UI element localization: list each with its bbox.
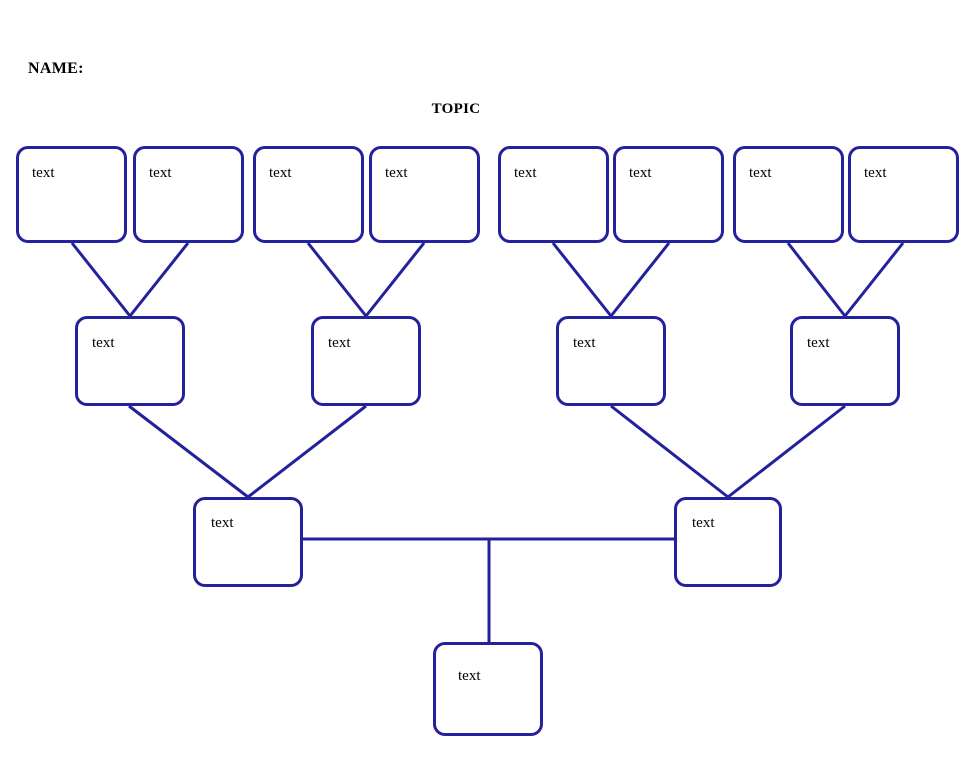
connector-top8-mid4 — [843, 242, 905, 317]
tree-node-middle-2[interactable]: text — [311, 316, 421, 406]
tree-node-label: text — [573, 335, 596, 351]
tree-node-label: text — [32, 165, 55, 181]
tree-node-middle-4[interactable]: text — [790, 316, 900, 406]
connector-top1-mid1 — [70, 242, 132, 317]
tree-node-label: text — [807, 335, 830, 351]
tree-node-label: text — [864, 165, 887, 181]
tree-node-label: text — [514, 165, 537, 181]
tree-node-label: text — [92, 335, 115, 351]
tree-node-top-7[interactable]: text — [733, 146, 844, 243]
tree-node-top-6[interactable]: text — [613, 146, 724, 243]
tree-node-top-2[interactable]: text — [133, 146, 244, 243]
family-tree-worksheet: NAME: TOPIC text text text text text tex… — [0, 0, 979, 774]
connector-mid3-parent-right — [610, 404, 729, 499]
tree-node-top-3[interactable]: text — [253, 146, 364, 243]
tree-node-top-5[interactable]: text — [498, 146, 609, 243]
tree-node-child[interactable]: text — [433, 642, 543, 736]
tree-node-label: text — [458, 668, 481, 684]
connector-top4-mid2 — [364, 242, 426, 317]
tree-node-label: text — [211, 515, 234, 531]
connector-mid2-parent-left — [247, 404, 367, 499]
tree-node-label: text — [269, 165, 292, 181]
connector-mid4-parent-right — [727, 404, 846, 499]
connector-top7-mid4 — [786, 242, 847, 317]
connector-top2-mid1 — [128, 242, 190, 317]
tree-node-label: text — [149, 165, 172, 181]
tree-node-top-4[interactable]: text — [369, 146, 480, 243]
tree-node-label: text — [692, 515, 715, 531]
tree-node-label: text — [385, 165, 408, 181]
connector-top5-mid3 — [551, 242, 613, 317]
tree-node-parent-left[interactable]: text — [193, 497, 303, 587]
page-title: TOPIC — [431, 101, 481, 117]
name-field-label: NAME: — [28, 60, 84, 77]
tree-node-middle-3[interactable]: text — [556, 316, 666, 406]
connector-mid1-parent-left — [128, 404, 249, 499]
connector-top6-mid3 — [609, 242, 671, 317]
tree-node-top-8[interactable]: text — [848, 146, 959, 243]
tree-node-parent-right[interactable]: text — [674, 497, 782, 587]
connector-top3-mid2 — [306, 242, 368, 317]
tree-node-label: text — [749, 165, 772, 181]
tree-node-middle-1[interactable]: text — [75, 316, 185, 406]
tree-node-top-1[interactable]: text — [16, 146, 127, 243]
tree-node-label: text — [629, 165, 652, 181]
tree-node-label: text — [328, 335, 351, 351]
